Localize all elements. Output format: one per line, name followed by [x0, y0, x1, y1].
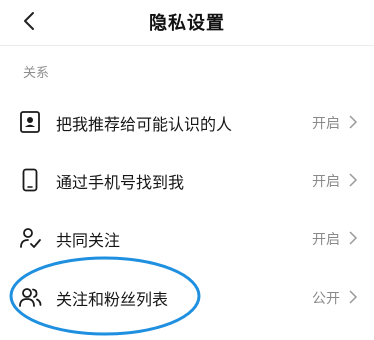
- header-divider: [0, 45, 374, 46]
- setting-row-label: 共同关注: [56, 231, 121, 250]
- annotation-circle: [9, 256, 201, 336]
- setting-row-recommend[interactable]: 把我推荐给可能认识的人 开启: [0, 95, 374, 149]
- page-title: 隐私设置: [149, 13, 225, 34]
- chevron-right-icon: [349, 115, 358, 129]
- user-check-icon: [20, 228, 41, 248]
- chevron-right-icon: [349, 173, 358, 187]
- header-bar: 隐私设置: [0, 0, 374, 44]
- setting-row-status: 开启: [312, 116, 340, 132]
- setting-row-status: 公开: [312, 291, 340, 307]
- phone-icon: [22, 168, 38, 192]
- section-label-relations: 关系: [23, 66, 50, 81]
- setting-row-status: 开启: [312, 174, 340, 190]
- setting-row-status: 开启: [312, 232, 340, 248]
- setting-row-label: 把我推荐给可能认识的人: [56, 115, 233, 134]
- chevron-right-icon: [349, 290, 358, 304]
- setting-row-phone[interactable]: 通过手机号找到我 开启: [0, 153, 374, 207]
- chevron-right-icon: [349, 231, 358, 245]
- contact-card-icon: [20, 111, 40, 133]
- setting-row-label: 通过手机号找到我: [56, 173, 185, 192]
